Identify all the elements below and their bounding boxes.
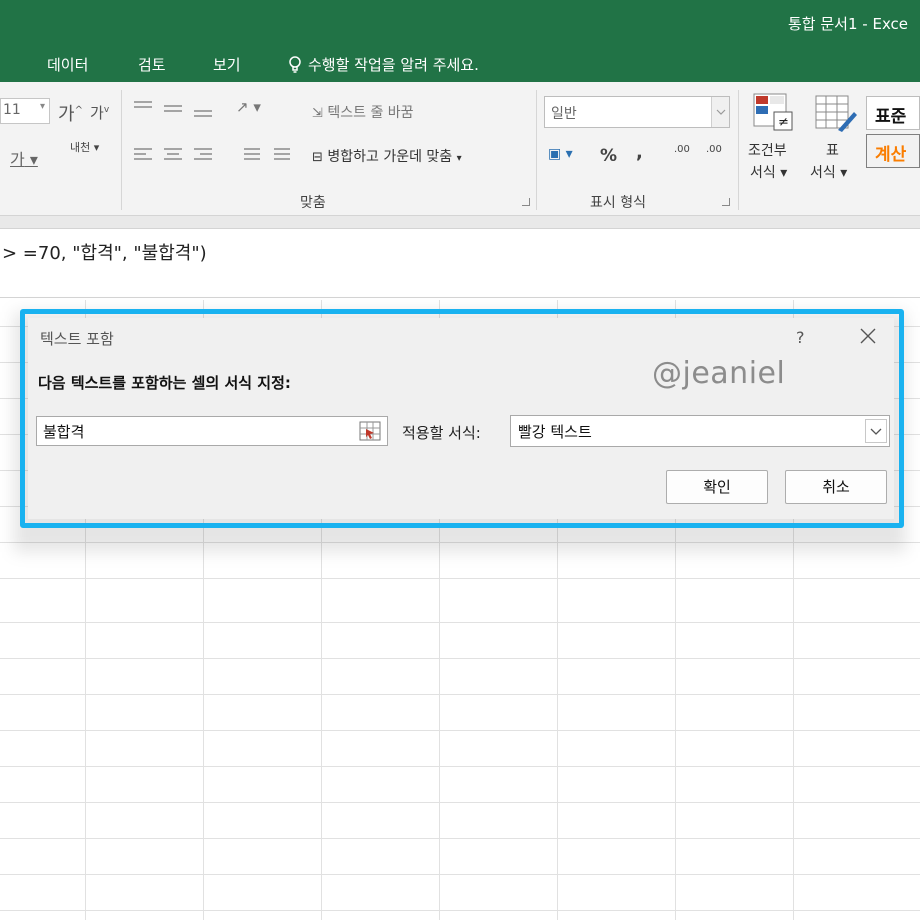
formula-text: > =70, "합격", "불합격") [2, 243, 207, 264]
wrap-text-label: 텍스트 줄 바꿈 [327, 105, 414, 121]
contains-text-input[interactable] [36, 416, 388, 446]
dialog-prompt: 다음 텍스트를 포함하는 셀의 서식 지정: [38, 374, 291, 392]
range-select-button[interactable] [358, 419, 382, 443]
apply-format-label: 적용할 서식: [402, 424, 481, 442]
phonetic-button[interactable]: 내천 ▾ [70, 142, 99, 154]
number-format-select[interactable]: 일반 [544, 96, 730, 128]
format-select-value: 빨강 텍스트 [518, 423, 592, 441]
horizontal-align-icons[interactable] [132, 146, 216, 166]
help-button[interactable]: ? [796, 328, 805, 347]
decrease-decimal-button[interactable]: .00 [706, 144, 722, 155]
phonetic-glyph: 내천 [70, 141, 91, 154]
comma-button[interactable]: , [636, 142, 643, 163]
tell-me-label: 수행할 작업을 알려 주세요. [308, 56, 479, 74]
row-line [0, 578, 920, 579]
font-size-value: 11 [3, 102, 21, 118]
percent-button[interactable]: % [600, 146, 617, 166]
conditional-format-line2: 서식 ▾ [750, 165, 788, 181]
grow-font-glyph: 가 [58, 104, 75, 125]
lightbulb-icon [288, 55, 302, 74]
row-line [0, 910, 920, 911]
row-line [0, 766, 920, 767]
conditional-format-icon: ≠ [753, 93, 793, 131]
grow-font-button[interactable]: 가^ [58, 100, 83, 126]
row-line [0, 874, 920, 875]
ribbon: 11 ▾ 가^ 가v 가 ▾ 내천 ▾ ↗ ▾ ⇲ 텍스트 줄 바꿈 ⊟ 병합하… [0, 82, 920, 216]
format-as-table-icon [815, 95, 857, 132]
ribbon-separator [121, 90, 122, 210]
close-icon [860, 328, 876, 344]
chevron-down-icon [711, 97, 729, 127]
ribbon-tab-bar: 데이터 검토 보기 수행할 작업을 알려 주세요. [0, 46, 920, 82]
dialog-launcher-icon[interactable] [722, 198, 730, 206]
accounting-format-icon[interactable]: ▣ ▾ [548, 146, 573, 162]
ribbon-separator [536, 90, 537, 210]
formula-bar[interactable]: > =70, "합격", "불합격") [0, 228, 920, 298]
row-line [0, 694, 920, 695]
tab-review[interactable]: 검토 [138, 54, 166, 75]
ribbon-separator [738, 90, 739, 210]
close-button[interactable] [856, 322, 880, 350]
svg-text:≠: ≠ [778, 115, 789, 130]
tell-me-search[interactable]: 수행할 작업을 알려 주세요. [288, 54, 479, 75]
vertical-align-icons[interactable] [132, 98, 216, 120]
number-group-label: 표시 형식 [590, 195, 646, 211]
merge-icon: ⊟ [312, 150, 323, 165]
cell-style-calc-label: 계산 [875, 145, 907, 165]
ribbon-gap [0, 216, 920, 228]
tab-view[interactable]: 보기 [213, 54, 241, 75]
wrap-text-icon: ⇲ [312, 106, 323, 121]
format-as-table-line2: 서식 ▾ [810, 165, 848, 181]
row-line [0, 658, 920, 659]
text-contains-dialog: 텍스트 포함 ? 다음 텍스트를 포함하는 셀의 서식 지정: @jeaniel… [28, 318, 894, 519]
alignment-group-label: 맞춤 [300, 195, 326, 211]
title-bar: 통합 문서1 - Exce [0, 0, 920, 46]
watermark: @jeaniel [652, 356, 786, 391]
number-format-value: 일반 [551, 106, 577, 122]
ok-button[interactable]: 확인 [666, 470, 768, 504]
row-line [0, 838, 920, 839]
orientation-icon[interactable]: ↗ ▾ [236, 98, 261, 116]
conditional-format-button[interactable]: ≠ [750, 90, 796, 140]
indent-icons[interactable] [236, 146, 292, 166]
window-title: 통합 문서1 - Exce [788, 15, 909, 33]
font-color-glyph: 가 [10, 150, 25, 169]
chevron-down-icon: ▾ [456, 153, 462, 164]
range-select-icon [359, 421, 381, 441]
chevron-down-icon[interactable] [865, 419, 887, 443]
merge-center-button[interactable]: ⊟ 병합하고 가운데 맞춤 ▾ [312, 146, 462, 166]
tab-data[interactable]: 데이터 [47, 54, 88, 75]
format-select[interactable]: 빨강 텍스트 [510, 415, 890, 447]
format-as-table-line1: 표 [826, 143, 839, 159]
cancel-button[interactable]: 취소 [785, 470, 887, 504]
font-color-button[interactable]: 가 ▾ [10, 146, 38, 170]
shrink-font-button[interactable]: 가v [90, 102, 109, 123]
dialog-title: 텍스트 포함 [40, 330, 114, 348]
increase-decimal-button[interactable]: .00 [674, 144, 690, 155]
merge-center-label: 병합하고 가운데 맞춤 [327, 149, 453, 165]
cell-style-calculation[interactable]: 계산 [866, 134, 920, 168]
chevron-down-icon: ▾ [39, 101, 45, 112]
wrap-text-button[interactable]: ⇲ 텍스트 줄 바꿈 [312, 102, 414, 122]
row-line [0, 730, 920, 731]
row-line [0, 622, 920, 623]
cell-style-normal[interactable]: 표준 [866, 96, 920, 130]
conditional-format-line1: 조건부 [748, 143, 787, 159]
format-as-table-button[interactable] [812, 92, 858, 140]
font-size-box[interactable]: 11 ▾ [0, 98, 50, 124]
shrink-font-glyph: 가 [90, 104, 104, 122]
dialog-launcher-icon[interactable] [522, 198, 530, 206]
row-line [0, 802, 920, 803]
cell-style-normal-label: 표준 [875, 107, 907, 127]
